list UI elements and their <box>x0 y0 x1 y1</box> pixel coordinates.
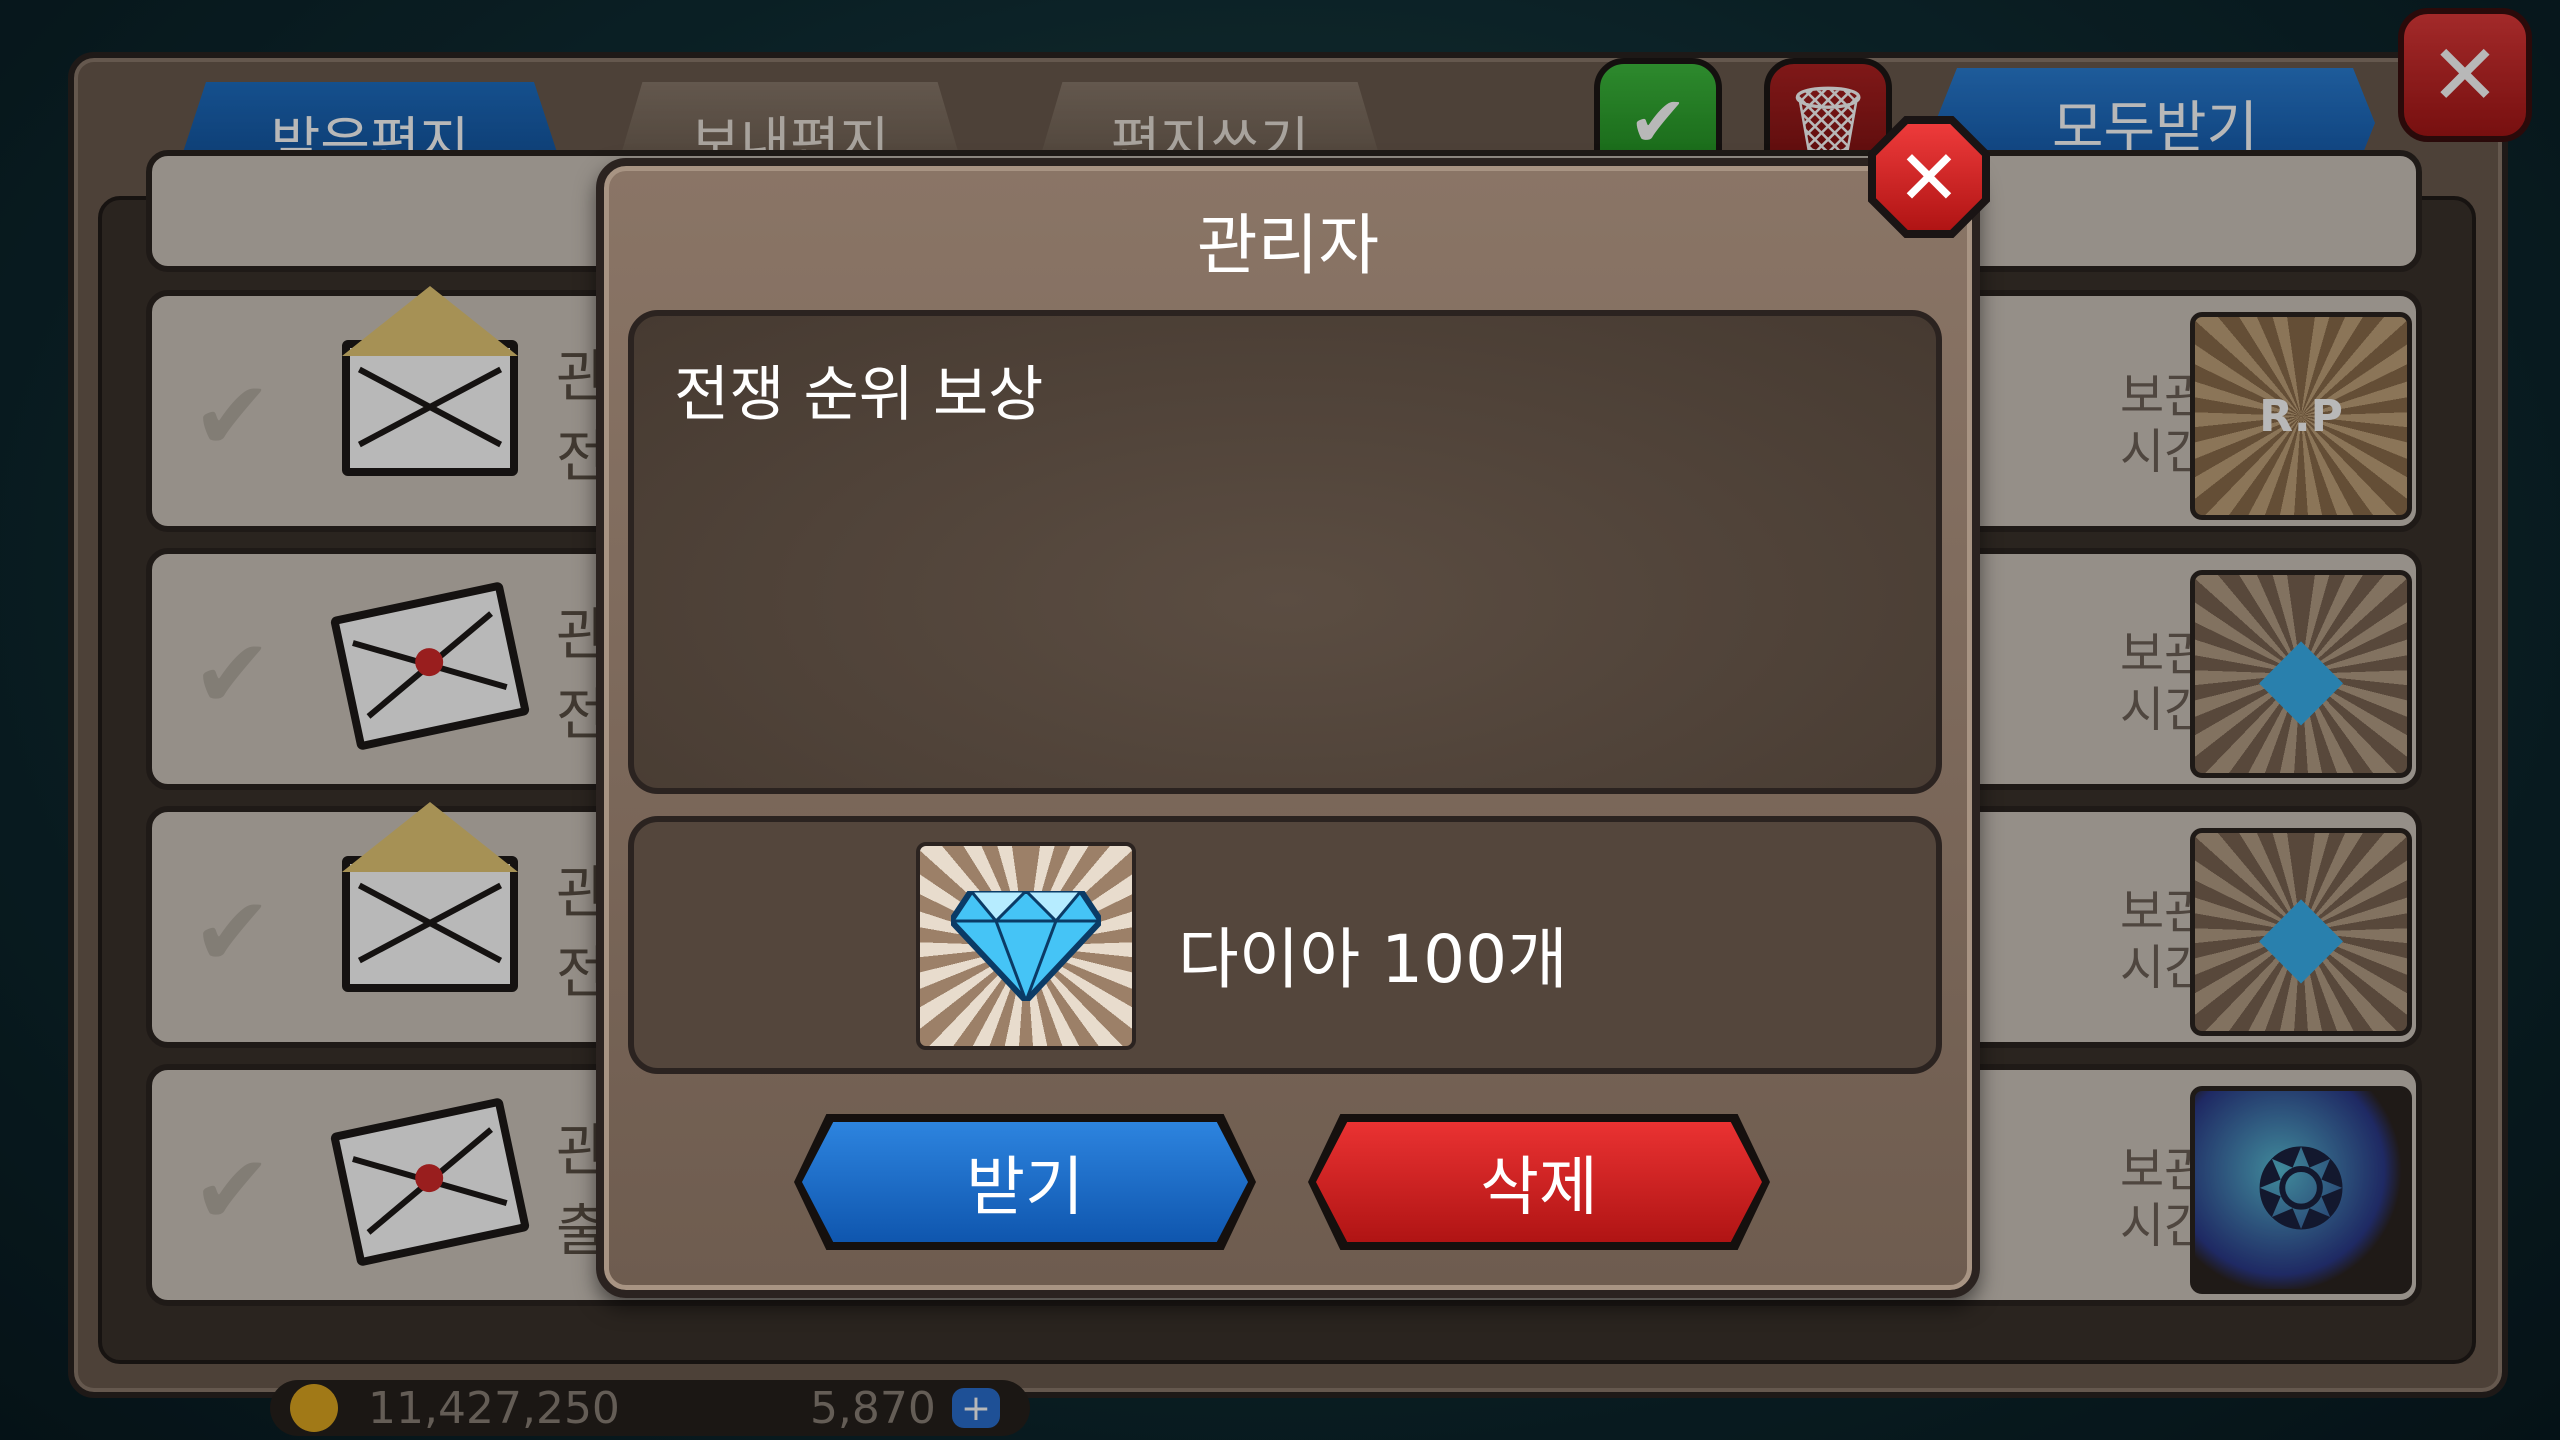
accept-label: 받기 <box>966 1151 1084 1225</box>
delete-button[interactable]: 삭제 <box>1316 1122 1762 1242</box>
close-icon: ✕ <box>1897 132 1961 222</box>
mail-detail-dialog: 관리자 전쟁 순위 보상 다이아 100개 받기 삭제 <box>596 158 1980 1298</box>
reward-text: 다이아 100개 <box>1178 921 1568 998</box>
message-text: 전쟁 순위 보상 <box>674 360 1044 430</box>
reward-panel: 다이아 100개 <box>628 816 1942 1074</box>
diamond-icon <box>916 842 1136 1050</box>
close-dialog-button[interactable]: ✕ <box>1868 116 1990 238</box>
accept-button[interactable]: 받기 <box>802 1122 1248 1242</box>
message-body: 전쟁 순위 보상 <box>628 310 1942 794</box>
delete-label: 삭제 <box>1480 1151 1598 1225</box>
dialog-title: 관리자 <box>1196 207 1380 284</box>
